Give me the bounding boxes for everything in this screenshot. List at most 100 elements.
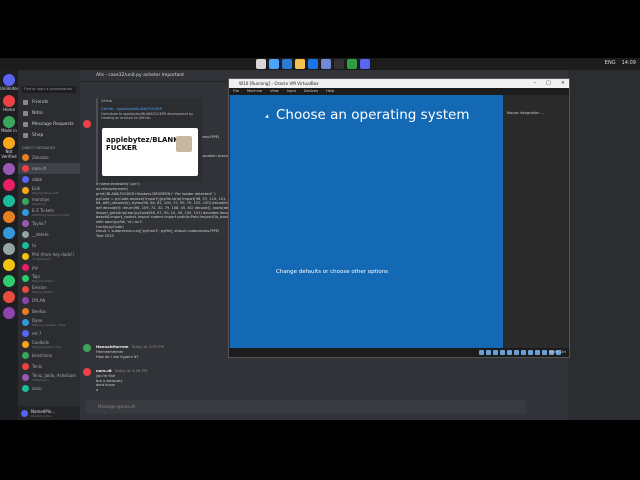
dm-item[interactable]: E-Z Tickets Watching support tickets [18, 207, 80, 218]
server-icon[interactable] [3, 307, 15, 319]
mouse-integration-notice[interactable]: Mouse integration ... [507, 111, 544, 115]
dm-item[interactable]: Dyno Playing Aimlabs / Help [18, 317, 80, 328]
tray-clock[interactable]: 14:09 [622, 60, 636, 66]
taskbar-app-icon[interactable] [295, 59, 305, 69]
taskbar-app-icon[interactable] [321, 59, 331, 69]
message-input[interactable]: Message @naro.dt [86, 400, 526, 414]
taskbar-app-icon[interactable] [360, 59, 370, 69]
dm-item[interactable]: morchye Pixelmon [18, 196, 80, 207]
dm-item[interactable]: __delete [18, 229, 80, 240]
conversation-search-input[interactable]: Find or start a conversation [22, 86, 76, 93]
taskbar-app-icon[interactable] [282, 59, 292, 69]
server-icon[interactable] [3, 179, 15, 191]
maximize-icon[interactable]: □ [546, 80, 551, 86]
taskbar-app-icon[interactable] [334, 59, 344, 69]
dm-nav-label: Friends [32, 100, 49, 105]
embed-title[interactable]: GitHub - applebyte/BLANK-FUCKER [98, 104, 202, 111]
message-avatar[interactable] [83, 368, 91, 376]
nav-icon [23, 133, 28, 138]
avatar [22, 341, 29, 348]
repo-owner-avatar [176, 136, 192, 152]
close-icon[interactable]: × [561, 80, 565, 86]
dm-name: Zeknato [32, 155, 49, 160]
device-status-icon[interactable] [486, 350, 491, 355]
server-icon[interactable] [3, 275, 15, 287]
dm-item[interactable]: Ezdi Playing Minecraft [18, 185, 80, 196]
vm-display[interactable]: Choose an operating system Change defaul… [230, 95, 503, 349]
dm-item[interactable]: Emslon Playing Roblox [18, 284, 80, 295]
vbox-menubar: File Machine View Input Devices Help [229, 88, 569, 95]
server-icon[interactable] [3, 291, 15, 303]
device-status-icon[interactable] [493, 350, 498, 355]
dm-nav: Friends Nitro Message Requests Shop [18, 97, 80, 141]
dm-activity: 77 Members [32, 257, 51, 261]
taskbar-app-icon[interactable] [347, 59, 357, 69]
dm-nav-item[interactable]: Message Requests [18, 119, 80, 130]
message-author[interactable]: HannahHorrem Today at 4:55 PM [96, 344, 164, 349]
minimize-icon[interactable]: – [534, 80, 537, 86]
user-status: Exploring the [31, 413, 51, 418]
change-defaults-option[interactable]: Change defaults or choose other options [276, 269, 388, 275]
dm-item[interactable]: Coolkids Playing Roblox 2(d) [18, 339, 80, 350]
dm-item[interactable]: Taylor7 [18, 218, 80, 229]
dm-item[interactable]: jay [18, 262, 80, 273]
author-name: HannahHorrem [96, 344, 129, 349]
avatar [22, 253, 29, 260]
server-icon[interactable] [3, 211, 15, 223]
dm-activity: Pixelmon [32, 202, 46, 206]
dm-item[interactable]: Beefoo [18, 306, 80, 317]
device-status-icon[interactable] [521, 350, 526, 355]
dm-item[interactable]: obbb [18, 174, 80, 185]
dm-nav-item[interactable]: Shop [18, 130, 80, 141]
dm-item[interactable]: ret 7 [18, 328, 80, 339]
embed-preview-card[interactable]: applebytez/BLANK- FUCKER [102, 128, 198, 176]
dm-item[interactable]: Teniz, Jaido, AshoGam 3 Members [18, 372, 80, 383]
taskbar-app-icon[interactable] [269, 59, 279, 69]
dm-item[interactable]: Tajo Playing Roblox [18, 273, 80, 284]
device-status-icon[interactable] [500, 350, 505, 355]
server-icon[interactable] [3, 163, 15, 175]
server-icon[interactable] [3, 259, 15, 271]
device-status-icon[interactable] [535, 350, 540, 355]
server-icon[interactable] [3, 195, 15, 207]
message-avatar[interactable] [83, 120, 91, 128]
device-status-icon[interactable] [514, 350, 519, 355]
dm-item[interactable]: kenshinno [18, 350, 80, 361]
avatar [22, 297, 29, 304]
avatar [22, 363, 29, 370]
dm-item[interactable]: Teniz [18, 361, 80, 372]
embed-card-text: applebytez/BLANK- FUCKER [106, 136, 181, 152]
message-avatar[interactable] [83, 344, 91, 352]
avatar [22, 330, 29, 337]
dm-item[interactable]: Phil (from hey dads!) 77 Members [18, 251, 80, 262]
avatar [22, 275, 29, 282]
taskbar-app-icon[interactable] [256, 59, 266, 69]
taskbar-app-icon[interactable] [308, 59, 318, 69]
user-name: NamedPle... [31, 408, 56, 414]
server-icon[interactable] [3, 243, 15, 255]
dm-nav-item[interactable]: Nitro [18, 108, 80, 119]
dm-item[interactable]: DYLAN [18, 295, 80, 306]
server-icon[interactable] [3, 74, 15, 86]
user-avatar[interactable] [21, 409, 28, 417]
server-icon[interactable] [3, 227, 15, 239]
device-status-icon[interactable] [528, 350, 533, 355]
server-icon[interactable] [3, 116, 15, 128]
nav-icon [23, 111, 28, 116]
device-status-icon[interactable] [507, 350, 512, 355]
server-icon[interactable] [3, 95, 15, 107]
tray-language[interactable]: ENG [605, 60, 616, 66]
dm-item[interactable]: tu [18, 240, 80, 251]
dm-item[interactable]: naro.dt [18, 163, 80, 174]
message-timestamp: Today at 4:56 PM [114, 368, 148, 373]
dm-nav-item[interactable]: Friends [18, 97, 80, 108]
vbox-statusbar: Right Ctrl [229, 348, 569, 357]
dm-item[interactable]: zonic [18, 383, 80, 394]
device-status-icon[interactable] [479, 350, 484, 355]
dm-name: DYLAN [32, 298, 46, 303]
server-icon[interactable] [3, 137, 15, 149]
device-status-icon[interactable] [542, 350, 547, 355]
dm-item[interactable]: Zeknato [18, 152, 80, 163]
message-author[interactable]: naro.dt Today at 4:56 PM [96, 368, 147, 373]
message-text: dont know [96, 383, 115, 388]
